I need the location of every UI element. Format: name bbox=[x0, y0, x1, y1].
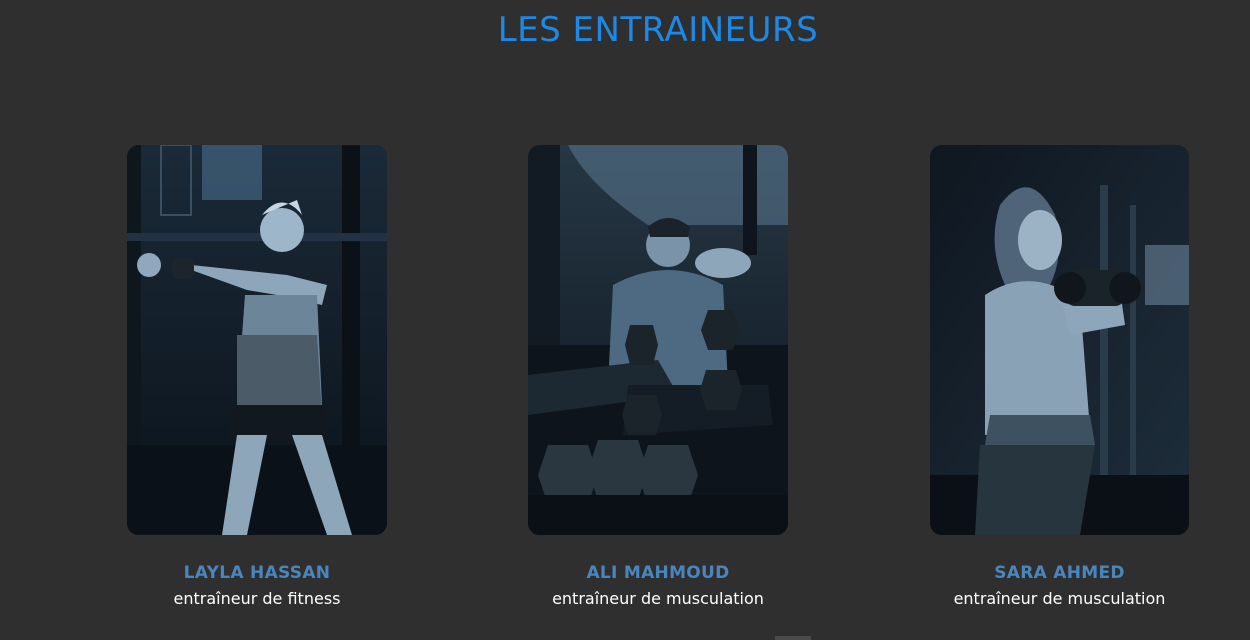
trainer-photo bbox=[528, 145, 788, 535]
trainer-role: entraîneur de musculation bbox=[552, 589, 764, 608]
trainer-card[interactable]: LAYLA HASSAN entraîneur de fitness bbox=[127, 145, 387, 608]
trainer-role: entraîneur de musculation bbox=[953, 589, 1166, 608]
scrollbar-thumb[interactable] bbox=[775, 636, 811, 640]
trainers-section: LES ENTRAINEURS LAYLA HASSAN entraîneur … bbox=[0, 0, 1250, 640]
trainer-photo bbox=[127, 145, 387, 535]
trainer-name: SARA AHMED bbox=[994, 563, 1125, 583]
trainer-card[interactable]: SARA AHMED entraîneur de musculation bbox=[930, 145, 1189, 608]
section-title: LES ENTRAINEURS bbox=[497, 10, 819, 50]
trainer-name: LAYLA HASSAN bbox=[183, 563, 331, 583]
trainer-card[interactable]: ALI MAHMOUD entraîneur de musculation bbox=[528, 145, 788, 608]
trainer-photo bbox=[930, 145, 1189, 535]
trainer-role: entraîneur de fitness bbox=[173, 589, 341, 608]
trainer-name: ALI MAHMOUD bbox=[586, 563, 730, 583]
